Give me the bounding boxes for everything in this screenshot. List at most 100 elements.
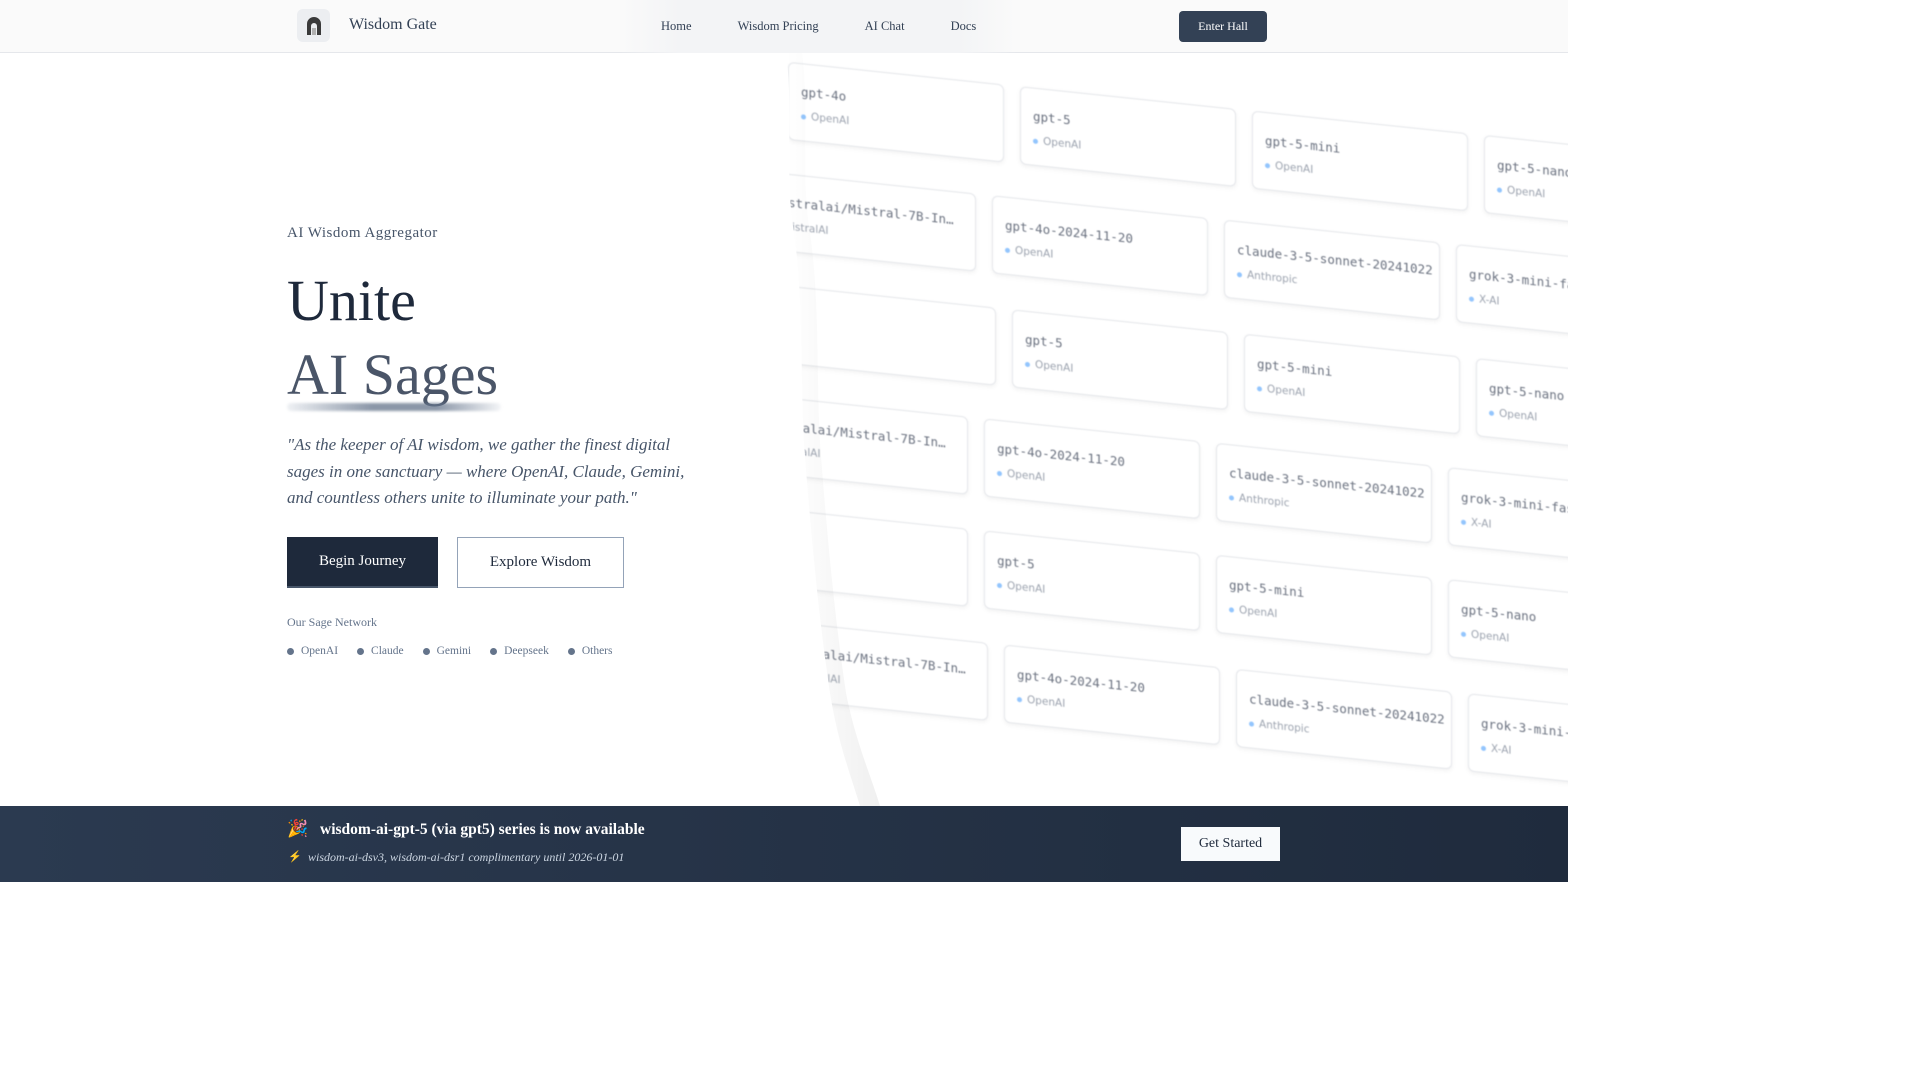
model-card[interactable]: mistralai/Mistral-7B-In… MistralAI — [780, 620, 988, 721]
provider-label: OpenAI — [1499, 407, 1538, 424]
model-card[interactable]: gpt-5-nano OpenAI — [1476, 358, 1568, 459]
banner-title: wisdom-ai-gpt-5 (via gpt5) series is now… — [320, 821, 645, 838]
network-item-label: OpenAI — [301, 645, 339, 657]
nav-link-docs[interactable]: Docs — [928, 19, 1000, 34]
bullet-icon — [567, 647, 575, 655]
provider-label: X-AI — [1479, 293, 1500, 308]
gate-icon — [306, 16, 321, 35]
hero-title-line2: AI Sages — [287, 342, 499, 407]
model-card[interactable]: grok-3-mini-fast-beta X-AI — [1468, 693, 1568, 795]
model-card[interactable]: gpt-5 OpenAI — [1012, 309, 1228, 411]
provider-label: OpenAI — [1035, 358, 1074, 375]
provider-dot-icon — [785, 672, 790, 678]
explore-wisdom-button[interactable]: Explore Wisdom — [457, 537, 624, 588]
provider-label: OpenAI — [1007, 467, 1046, 484]
model-card[interactable]: mistralai/Mistral-7B-In… MistralAI — [780, 394, 968, 495]
model-card[interactable]: gpt-4o-2024-11-20 OpenAI — [992, 195, 1208, 296]
model-card[interactable]: gpt-5-mini OpenAI — [1244, 333, 1460, 435]
model-provider: OpenAI — [801, 110, 849, 127]
model-provider: OpenAI — [997, 579, 1045, 596]
model-name: gpt-5-nano — [1461, 601, 1537, 625]
network-item-label: Others — [581, 645, 613, 657]
provider-label: OpenAI — [1043, 135, 1082, 152]
provider-dot-icon — [1481, 745, 1486, 751]
model-name: gpt-5-nano — [1497, 157, 1568, 181]
begin-journey-button[interactable]: Begin Journey — [287, 537, 438, 588]
model-name: gpt-5 — [1033, 108, 1071, 128]
nav-link-home[interactable]: Home — [638, 19, 715, 34]
model-card[interactable]: gpt-5 OpenAI — [1020, 86, 1236, 187]
model-card[interactable]: gpt-5-mini OpenAI — [1252, 110, 1468, 212]
model-card[interactable]: gpt-5-mini OpenAI — [1216, 554, 1432, 656]
nav-links: Home Wisdom Pricing AI Chat Docs — [620, 0, 1018, 53]
model-name: gpt-5-mini — [1229, 577, 1305, 601]
bullet-icon — [490, 647, 498, 655]
provider-dot-icon — [1017, 696, 1022, 702]
model-card[interactable]: grok-3-mini-fast-beta X-AI — [1448, 467, 1568, 568]
model-card[interactable]: claude-3-5-sonnet-20241022 Anthropic — [1216, 442, 1432, 544]
model-card[interactable]: gpt-5 OpenAI — [984, 530, 1200, 632]
provider-label: Anthropic — [1259, 718, 1310, 736]
network-item-openai: OpenAI — [287, 645, 338, 657]
model-provider: Anthropic — [1229, 491, 1289, 510]
provider-label: OpenAI — [1015, 244, 1054, 261]
model-card[interactable]: gpt-4o-2024-11-20 OpenAI — [1004, 644, 1220, 746]
bullet-icon — [422, 647, 430, 655]
model-card[interactable] — [780, 506, 968, 607]
model-provider: OpenAI — [1229, 603, 1277, 620]
provider-dot-icon — [1265, 162, 1270, 169]
hero-kicker: AI Wisdom Aggregator — [287, 225, 438, 241]
model-card[interactable] — [780, 285, 996, 386]
provider-label: OpenAI — [1471, 628, 1510, 645]
provider-dot-icon — [1249, 720, 1254, 727]
nav-link-ai-chat[interactable]: AI Chat — [842, 19, 928, 34]
title-underline — [287, 403, 501, 411]
sage-network-list: OpenAI Claude Gemini Deepseek Others — [287, 645, 613, 657]
model-provider: OpenAI — [1461, 628, 1509, 645]
provider-dot-icon — [801, 113, 806, 120]
network-item-gemini: Gemini — [422, 645, 472, 657]
provider-label: MistralAI — [783, 220, 829, 238]
model-name: gpt-5-nano — [1489, 380, 1565, 404]
model-name: gpt-4o-2024-11-20 — [1005, 217, 1133, 247]
network-item-label: Gemini — [436, 645, 472, 657]
provider-dot-icon — [997, 582, 1002, 588]
provider-dot-icon — [1229, 494, 1234, 501]
lightning-icon: ⚡ — [288, 851, 302, 863]
provider-dot-icon — [1497, 186, 1502, 193]
model-card[interactable]: claude-3-5-sonnet-20241022 Anthropic — [1236, 668, 1452, 770]
get-started-button[interactable]: Get Started — [1181, 827, 1280, 861]
model-card-grid: gpt-4o OpenAI gpt-5 OpenAI gpt-5-mini OpenAI g… — [780, 53, 1568, 806]
provider-dot-icon — [1025, 361, 1030, 367]
network-item-label: Claude — [371, 645, 404, 657]
network-item-claude: Claude — [357, 645, 404, 657]
model-provider: OpenAI — [1265, 159, 1313, 176]
provider-dot-icon — [1257, 385, 1262, 392]
party-popper-icon: 🎉 — [287, 819, 309, 838]
provider-label: X-AI — [1471, 516, 1492, 531]
provider-label: Anthropic — [1247, 269, 1298, 287]
provider-dot-icon — [1461, 519, 1466, 525]
network-label: Our Sage Network — [287, 615, 377, 629]
brand-name[interactable]: Wisdom Gate — [349, 16, 437, 34]
model-card[interactable]: grok-3-mini-fast-beta X-AI — [1456, 244, 1568, 345]
logo[interactable] — [297, 9, 330, 42]
model-name: gpt-5 — [997, 552, 1035, 572]
network-item-deepseek: Deepseek — [490, 645, 549, 657]
provider-label: OpenAI — [1007, 579, 1046, 596]
top-navbar: Wisdom Gate Home Wisdom Pricing AI Chat … — [0, 0, 1568, 53]
model-provider: OpenAI — [1017, 693, 1065, 710]
model-card[interactable]: gpt-4o-2024-11-20 OpenAI — [984, 418, 1200, 520]
model-card[interactable]: claude-3-5-sonnet-20241022 Anthropic — [1224, 219, 1440, 321]
enter-hall-button[interactable]: Enter Hall — [1179, 11, 1267, 42]
model-card[interactable]: mistralai/Mistral-7B-In… MistralAI — [780, 170, 976, 272]
model-provider: MistralAI — [785, 669, 841, 686]
model-card[interactable]: gpt-5-nano OpenAI — [1448, 579, 1568, 680]
provider-label: OpenAI — [1239, 604, 1278, 621]
model-card[interactable]: gpt-4o OpenAI — [788, 61, 1004, 163]
announcement-banner — [0, 806, 1568, 882]
nav-link-pricing[interactable]: Wisdom Pricing — [715, 19, 842, 34]
provider-dot-icon — [1469, 295, 1474, 302]
model-card[interactable]: gpt-5-nano OpenAI — [1484, 134, 1568, 236]
model-name: gpt-5 — [1025, 331, 1063, 351]
